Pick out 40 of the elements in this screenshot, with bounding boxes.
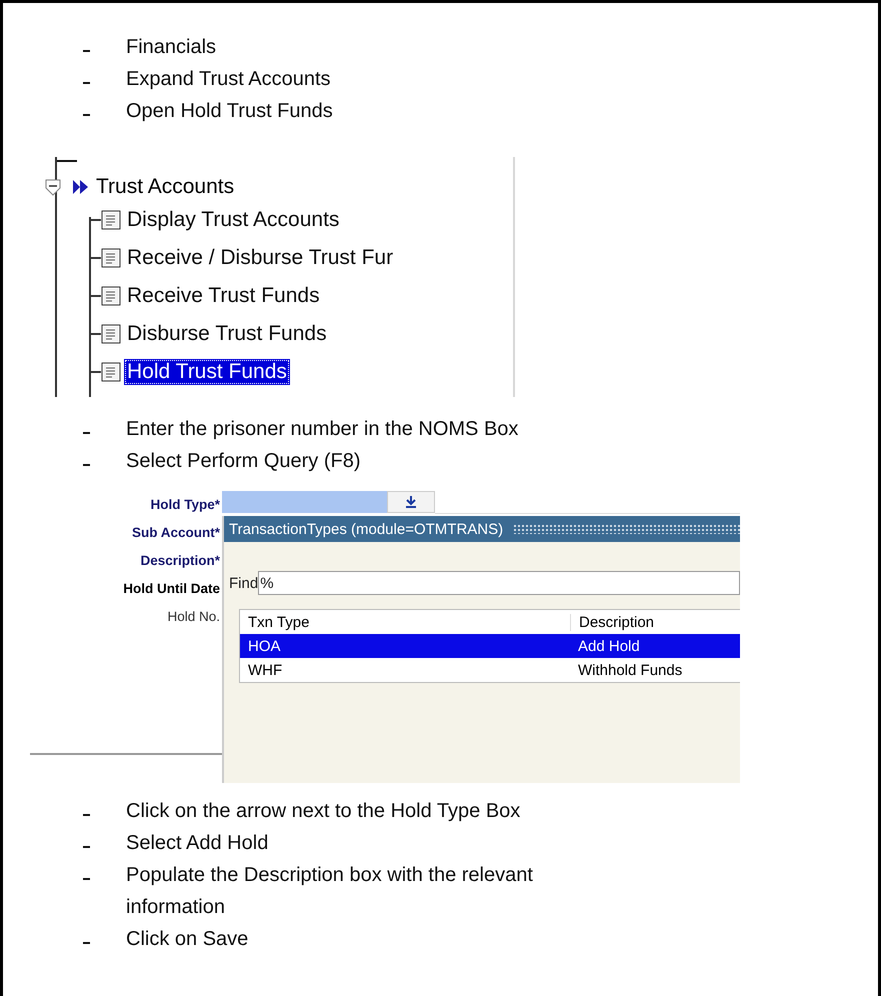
double-chevron-icon [72, 178, 90, 196]
step-text: Financials [126, 35, 216, 60]
table-cell-text: Add Hold [577, 638, 641, 654]
step-text: Click on Save [126, 927, 248, 952]
list-row[interactable]: WHF Withhold Funds [240, 658, 740, 682]
tree-item[interactable]: Display Trust Accounts [124, 207, 342, 233]
table-cell-text: WHF [247, 662, 284, 678]
table-cell-text: HOA [247, 638, 282, 654]
tree-item[interactable]: Disburse Trust Funds [124, 321, 330, 347]
field-label: Sub Account* [130, 524, 220, 542]
tree-item[interactable]: Receive Trust Funds [124, 283, 323, 309]
hold-type-field[interactable] [222, 491, 387, 513]
step-text: Expand Trust Accounts [126, 67, 331, 92]
document-icon [101, 210, 121, 230]
list-row[interactable]: HOA Add Hold [240, 634, 740, 658]
tree-item[interactable]: Receive / Disburse Trust Fur [124, 245, 396, 271]
step-text: Select Add Hold [126, 831, 268, 856]
popup-title: TransactionTypes (module=OTMTRANS) [229, 520, 504, 538]
column-header: Description [570, 614, 740, 630]
step-text: Populate the Description box with the relevant information [126, 863, 534, 920]
document-icon [101, 248, 121, 268]
step-text: Click on the arrow next to the Hold Type Box [126, 799, 520, 824]
document-icon [101, 286, 121, 306]
field-label: Description* [139, 552, 220, 570]
step-text: Select Perform Query (F8) [126, 449, 361, 474]
field-label: Hold No. [166, 608, 220, 626]
tree-item[interactable]: Trust Accounts [96, 175, 234, 199]
document-icon [101, 324, 121, 344]
download-arrow-icon [405, 496, 417, 508]
tree-item[interactable]: Hold Trust Funds [124, 359, 290, 385]
step-text: Open Hold Trust Funds [126, 99, 333, 124]
field-label: Hold Until Date [122, 580, 220, 598]
document-icon [101, 362, 121, 382]
find-field[interactable]: % [258, 571, 740, 595]
step-text: Enter the prisoner number in the NOMS Box [126, 417, 518, 442]
column-header: Txn Type [247, 614, 310, 630]
find-label: Find [229, 574, 258, 592]
table-cell-text: Withhold Funds [577, 662, 684, 678]
dropdown-button[interactable] [387, 491, 435, 513]
field-label: Hold Type* [149, 496, 220, 514]
